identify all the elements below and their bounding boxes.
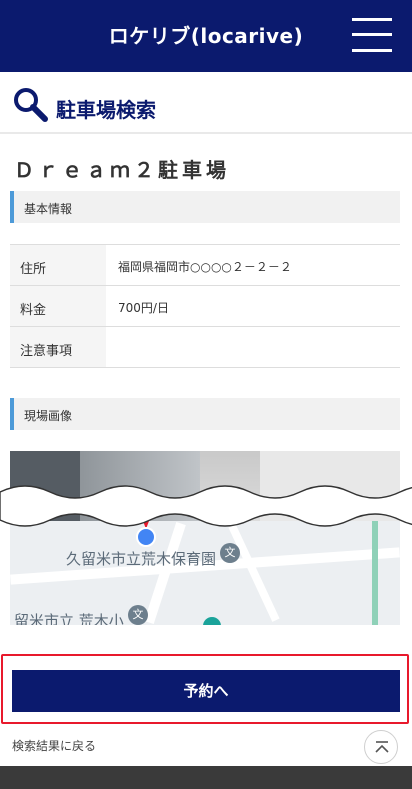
reserve-button[interactable]: 予約へ: [12, 670, 400, 712]
photo-label: 現場画像: [10, 398, 400, 430]
basic-info-text: 基本情報: [24, 202, 73, 216]
row-value-fee: 700円/日: [118, 301, 169, 315]
app-header: ロケリブ(locarive): [0, 0, 412, 72]
app-title[interactable]: ロケリブ(locarive): [0, 20, 412, 49]
scroll-to-top-icon[interactable]: [364, 730, 398, 764]
table-row: 注意事項: [10, 327, 400, 368]
row-key-address: 住所: [20, 262, 47, 277]
site-map[interactable]: 久留米市立荒木保育園 文 留米市立 荒木小 文: [10, 521, 400, 625]
row-key-notes: 注意事項: [20, 344, 73, 359]
page-title: 駐車場検索: [56, 98, 156, 122]
hamburger-menu-icon[interactable]: [352, 16, 392, 54]
section-header: 駐車場検索: [0, 72, 412, 134]
photo-label-text: 現場画像: [24, 409, 73, 423]
map-label-school: 留米市立 荒木小: [14, 612, 124, 625]
school-icon: 文: [128, 605, 148, 625]
torn-edge-divider: [0, 485, 412, 527]
table-row: 住所 福岡県福岡市○○○○２－２－２: [10, 245, 400, 286]
search-icon: [14, 88, 48, 122]
map-label-nursery: 久留米市立荒木保育園: [66, 550, 217, 568]
table-row: 料金 700円/日: [10, 286, 400, 327]
row-key-fee: 料金: [20, 303, 47, 318]
school-icon: 文: [220, 543, 240, 563]
back-to-results-link[interactable]: 検索結果に戻る: [12, 737, 96, 754]
basic-info-label: 基本情報: [10, 191, 400, 223]
row-value-address: 福岡県福岡市○○○○２－２－２: [118, 260, 292, 274]
info-table: 住所 福岡県福岡市○○○○２－２－２ 料金 700円/日 注意事項: [10, 244, 400, 368]
parking-name: Ｄｒｅａｍ２駐車場: [14, 158, 230, 182]
footer: [0, 766, 412, 789]
